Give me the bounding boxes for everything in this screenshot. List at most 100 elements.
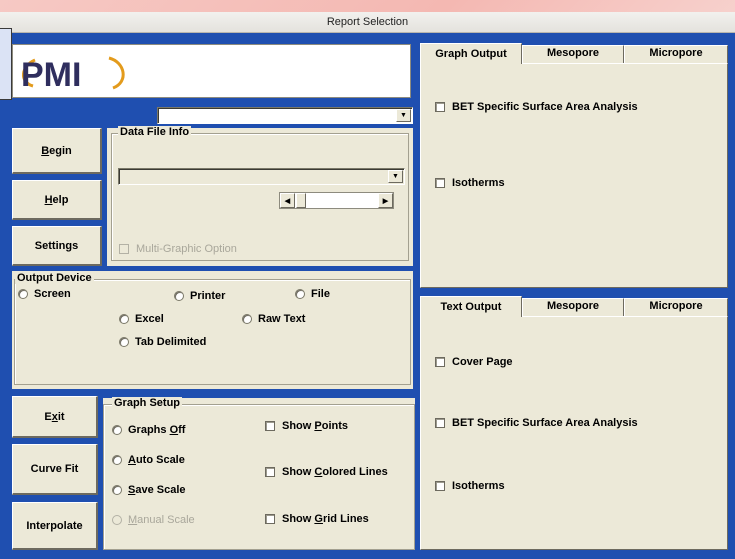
radio-circle[interactable] (112, 425, 122, 435)
radio-circle[interactable] (174, 291, 184, 301)
multi-graphic-label: Multi-Graphic Option (136, 243, 237, 255)
scroll-thumb[interactable] (296, 193, 306, 208)
text-cover-page-checkbox[interactable]: Cover Page (435, 356, 513, 368)
radio-circle[interactable] (18, 289, 28, 299)
help-button[interactable]: Help (12, 180, 102, 220)
data-file-info-panel: Data File Info ▼ ◀ ▶ Multi-Graphic Optio… (107, 126, 413, 266)
radio-circle[interactable] (119, 314, 129, 324)
checkbox-box[interactable] (435, 418, 445, 428)
top-combo[interactable]: ▼ (157, 107, 413, 124)
curve-fit-label: Curve Fit (30, 463, 79, 475)
show-colored-lines-key: C (314, 466, 323, 478)
begin-button[interactable]: Begin (12, 128, 102, 174)
graph-bet-label: BET Specific Surface Area Analysis (452, 101, 638, 113)
show-colored-lines-post: olored Lines (322, 466, 388, 478)
settings-label: Settings (34, 239, 79, 252)
radio-tab-delimited[interactable]: Tab Delimited (119, 336, 206, 348)
radio-circle[interactable] (112, 515, 122, 525)
settings-button[interactable]: Settings (12, 226, 102, 266)
multi-graphic-checkbox[interactable]: Multi-Graphic Option (119, 243, 237, 255)
checkbox-box[interactable] (435, 481, 445, 491)
output-device-label: Output Device (15, 272, 94, 284)
data-file-info-label: Data File Info (118, 126, 192, 138)
text-bet-checkbox[interactable]: BET Specific Surface Area Analysis (435, 417, 638, 429)
radio-tab-delimited-label: Tab Delimited (135, 336, 207, 348)
show-grid-lines-checkbox[interactable]: Show Grid Lines (265, 513, 369, 525)
graphs-off-pre: Graphs (128, 424, 170, 436)
radio-raw-text-label: Raw Text (258, 313, 306, 325)
radio-save-scale[interactable]: Save Scale (112, 484, 186, 496)
text-isotherms-checkbox[interactable]: Isotherms (435, 480, 505, 492)
text-bet-label: BET Specific Surface Area Analysis (452, 417, 638, 429)
auto-scale-key: A (128, 454, 136, 466)
data-file-combo[interactable]: ▼ (118, 168, 405, 185)
radio-graphs-off[interactable]: Graphs Off (112, 424, 185, 436)
tab-graph-output[interactable]: Graph Output (420, 43, 522, 64)
save-scale-key: S (128, 484, 136, 496)
radio-screen[interactable]: Screen (18, 288, 71, 300)
show-points-pre: Show (282, 420, 315, 432)
show-colored-lines-pre: Show (282, 466, 315, 478)
window-frame-marker (0, 28, 12, 100)
graph-tab-strip: Graph Output Mesopore Micropore (420, 43, 728, 64)
radio-auto-scale[interactable]: Auto Scale (112, 454, 185, 466)
tab-text-micropore[interactable]: Micropore (624, 298, 728, 316)
exit-button[interactable]: Ex it (12, 396, 98, 438)
radio-printer[interactable]: Printer (174, 290, 225, 302)
radio-excel[interactable]: Excel (119, 313, 164, 325)
logo-panel: PMI (12, 44, 411, 98)
scroll-right-icon[interactable]: ▶ (378, 193, 393, 208)
radio-printer-label: Printer (190, 290, 226, 302)
graph-bet-checkbox[interactable]: BET Specific Surface Area Analysis (435, 101, 638, 113)
show-grid-lines-pre: Show (282, 513, 315, 525)
window-title: Report Selection (0, 12, 735, 33)
interpolate-label: Interpolate (26, 519, 83, 532)
radio-file-label: File (311, 288, 330, 300)
radio-circle[interactable] (119, 337, 129, 347)
checkbox-box[interactable] (119, 244, 129, 254)
graph-output-page: BET Specific Surface Area Analysis Isoth… (420, 63, 728, 288)
checkbox-box[interactable] (265, 514, 275, 524)
radio-manual-scale[interactable]: Manual Scale (112, 514, 195, 526)
curve-fit-button[interactable]: Curve Fit (12, 444, 98, 495)
radio-circle[interactable] (295, 289, 305, 299)
logo-text: PMI (21, 56, 81, 94)
checkbox-box[interactable] (265, 421, 275, 431)
radio-circle[interactable] (242, 314, 252, 324)
show-grid-lines-post: rid Lines (322, 513, 369, 525)
chevron-down-icon[interactable]: ▼ (388, 170, 403, 183)
radio-circle[interactable] (112, 485, 122, 495)
begin-label-post: egin (49, 144, 72, 157)
checkbox-box[interactable] (435, 357, 445, 367)
graph-isotherms-checkbox[interactable]: Isotherms (435, 177, 505, 189)
show-points-checkbox[interactable]: Show Points (265, 420, 348, 432)
help-label-post: elp (52, 193, 69, 206)
scroll-left-icon[interactable]: ◀ (280, 193, 295, 208)
interpolate-button[interactable]: Interpolate (12, 502, 98, 550)
tab-graph-micropore[interactable]: Micropore (624, 45, 728, 63)
radio-raw-text[interactable]: Raw Text (242, 313, 305, 325)
begin-label-key: B (41, 144, 50, 157)
text-isotherms-label: Isotherms (452, 480, 505, 492)
graph-setup-panel: Graph Setup Graphs Off Auto Scale Save S… (103, 397, 415, 550)
tab-text-output[interactable]: Text Output (420, 296, 522, 317)
checkbox-box[interactable] (435, 102, 445, 112)
show-colored-lines-checkbox[interactable]: Show Colored Lines (265, 466, 388, 478)
radio-excel-label: Excel (135, 313, 164, 325)
tab-text-mesopore[interactable]: Mesopore (522, 298, 624, 316)
radio-circle[interactable] (112, 455, 122, 465)
exit-label-post: it (57, 410, 65, 423)
checkbox-box[interactable] (435, 178, 445, 188)
radio-file[interactable]: File (295, 288, 330, 300)
show-points-key: P (314, 420, 322, 432)
checkbox-box[interactable] (265, 467, 275, 477)
chevron-down-icon[interactable]: ▼ (396, 109, 411, 122)
pmi-logo: PMI (21, 56, 125, 94)
data-file-scrollbar[interactable]: ◀ ▶ (279, 192, 394, 209)
radio-screen-label: Screen (34, 288, 71, 300)
tab-graph-mesopore[interactable]: Mesopore (522, 45, 624, 63)
text-tab-strip: Text Output Mesopore Micropore (420, 296, 728, 317)
exit-label-pre: E (44, 410, 52, 423)
graphs-off-post: ff (178, 424, 186, 436)
show-grid-lines-key: G (314, 513, 323, 525)
